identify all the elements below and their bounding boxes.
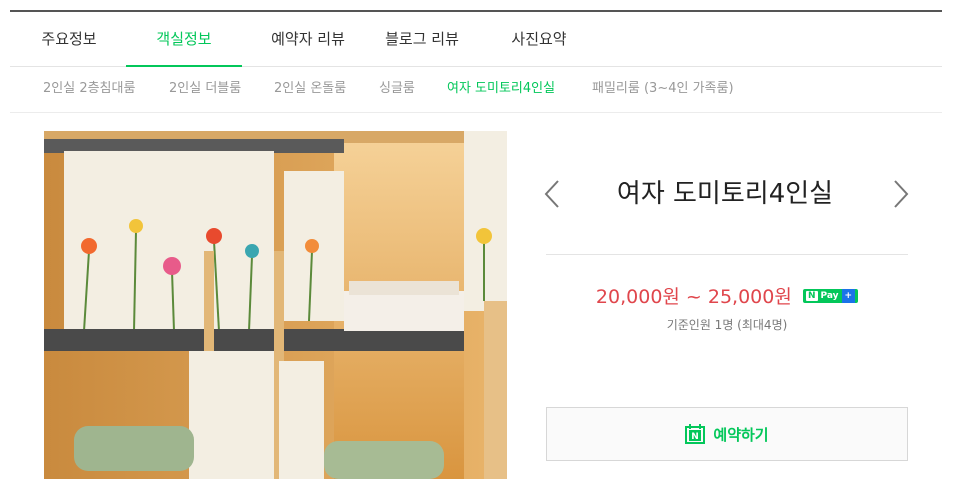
- npay-n-icon: N: [805, 290, 818, 301]
- room-tab-single[interactable]: 싱글룸: [379, 66, 415, 112]
- tab-room-info[interactable]: 객실정보: [126, 12, 242, 67]
- main-tab-bar: 주요정보 객실정보 예약자 리뷰 블로그 리뷰 사진요약: [10, 12, 942, 67]
- npay-plus-icon: +: [841, 288, 856, 303]
- tab-main-info[interactable]: 주요정보: [28, 12, 110, 66]
- room-tab-family[interactable]: 패밀리룸 (3~4인 가족룸): [592, 66, 734, 112]
- room-tab-ondol[interactable]: 2인실 온돌룸: [274, 66, 346, 112]
- room-type-tab-bar: 2인실 2층침대룸 2인실 더블룸 2인실 온돌룸 싱글룸 여자 도미토리4인실…: [10, 66, 942, 113]
- tab-photo-summary[interactable]: 사진요약: [494, 12, 584, 66]
- npay-badge: N Pay +: [802, 288, 859, 303]
- chevron-right-icon[interactable]: [888, 176, 912, 212]
- tab-booking-reviews[interactable]: 예약자 리뷰: [260, 12, 356, 66]
- room-tab-bunk-double[interactable]: 2인실 2층침대룸: [43, 66, 135, 112]
- npay-label: Pay: [820, 290, 839, 301]
- room-tab-double[interactable]: 2인실 더블룸: [169, 66, 241, 112]
- room-capacity: 기준인원 1명 (최대4명): [666, 318, 788, 332]
- room-photo-illustration: [44, 131, 507, 479]
- room-title: 여자 도미토리4인실: [616, 179, 834, 209]
- svg-text:N: N: [692, 432, 700, 442]
- room-price: 20,000원 ~ 25,000원: [595, 286, 792, 308]
- room-tab-female-dorm[interactable]: 여자 도미토리4인실: [447, 66, 555, 112]
- room-photo[interactable]: [44, 131, 507, 479]
- reserve-button-label: 예약하기: [713, 425, 769, 444]
- price-row: 20,000원 ~ 25,000원 N Pay +: [546, 282, 908, 310]
- naver-calendar-icon: N: [685, 424, 706, 444]
- title-divider: [546, 254, 908, 255]
- tab-blog-reviews[interactable]: 블로그 리뷰: [374, 12, 470, 66]
- reserve-button[interactable]: N 예약하기: [546, 407, 908, 461]
